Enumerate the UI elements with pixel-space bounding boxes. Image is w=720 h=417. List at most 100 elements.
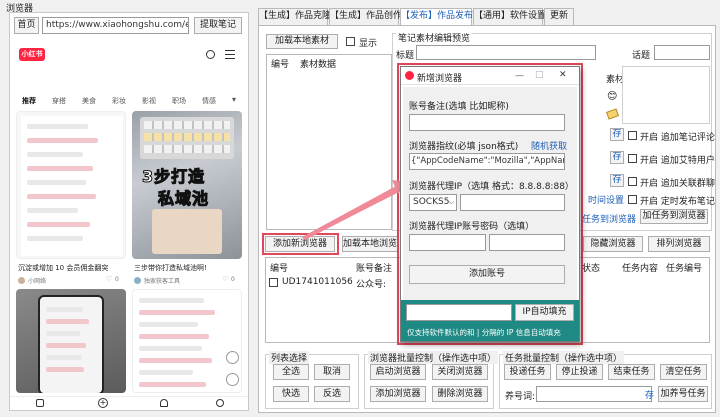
refresh-icon[interactable] <box>226 351 239 364</box>
group-option: 开启 追加关联群聊 <box>640 179 715 189</box>
minimize-icon[interactable]: — <box>515 71 524 81</box>
comment-checkbox[interactable] <box>628 131 637 140</box>
notification-nav-icon[interactable] <box>160 399 168 407</box>
browser-col-status: 状态 <box>582 264 601 274</box>
browser-row-note[interactable]: 公众号: <box>356 277 386 290</box>
category-emotion[interactable]: 情感 <box>202 96 216 106</box>
maximize-icon[interactable]: □ <box>535 70 544 80</box>
category-recommend[interactable]: 推荐 <box>22 96 36 106</box>
back-to-top-icon[interactable] <box>226 373 239 386</box>
material-box[interactable] <box>622 66 710 124</box>
list-select-label: 列表选择 <box>269 351 310 364</box>
cover-title-line2: 私域池 <box>157 189 210 209</box>
material-col-id: 编号 <box>271 60 290 70</box>
invert-select-button[interactable]: 反选 <box>314 386 350 402</box>
title-input[interactable] <box>416 45 596 60</box>
tab-clone[interactable]: 【生成】作品克隆 <box>258 8 331 25</box>
schedule-checkbox[interactable] <box>628 195 637 204</box>
tab-settings[interactable]: 【通用】软件设置 <box>473 8 546 25</box>
footer-hint: 仅支持软件默认的和 | 分隔的 IP 信息自动填充 <box>407 328 561 337</box>
category-outfit[interactable]: 穿搭 <box>52 96 66 106</box>
proxy-address-input[interactable] <box>460 194 565 211</box>
add-task-to-browser-button[interactable]: 加任务到浏览器 <box>640 209 708 224</box>
category-career[interactable]: 职场 <box>172 96 186 106</box>
end-task-button[interactable]: 结束任务 <box>608 364 655 380</box>
category-food[interactable]: 美食 <box>82 96 96 106</box>
profile-nav-icon[interactable] <box>216 399 224 407</box>
emoji-icon[interactable]: 😊 <box>607 91 617 102</box>
note-caption-2[interactable]: 三步带你打造私域池啊! <box>134 263 244 273</box>
ip-autofill-button[interactable]: IP自动填充 <box>515 304 574 321</box>
menu-icon[interactable] <box>225 50 235 59</box>
close-browser-button[interactable]: 关闭浏览器 <box>432 364 488 380</box>
browser-col-task-id: 任务编号 <box>666 264 703 274</box>
tab-publish[interactable]: 【发布】作品发布 <box>400 8 473 26</box>
heart-icon[interactable]: ♡ <box>222 275 228 283</box>
dispatch-task-button[interactable]: 投递任务 <box>504 364 551 380</box>
category-film[interactable]: 影视 <box>142 96 156 106</box>
close-icon[interactable]: ✕ <box>559 70 567 80</box>
new-browser-dialog: 新增浏览器 — □ ✕ 账号备注(选填 比如昵称) 浏览器指纹(必填 json格… <box>400 66 580 342</box>
show-label: 显示 <box>359 39 378 49</box>
select-all-button[interactable]: 全选 <box>273 364 309 380</box>
cover-title-line1: 3步打造 <box>141 167 206 187</box>
bottom-nav <box>10 396 248 410</box>
category-makeup[interactable]: 彩妆 <box>112 96 126 106</box>
delete-browser-button[interactable]: 删除浏览器 <box>432 386 488 402</box>
app-icon <box>405 71 414 80</box>
note-cover-chat-1[interactable] <box>16 111 126 259</box>
save-nurture-icon[interactable]: 存 <box>645 388 654 401</box>
deselect-button[interactable]: 取消 <box>314 364 350 380</box>
time-setting-link[interactable]: 时间设置 <box>588 193 624 206</box>
save-mention-button[interactable]: 存 <box>610 151 624 164</box>
start-browser-button[interactable]: 启动浏览器 <box>370 364 426 380</box>
add-nav-icon[interactable]: + <box>98 398 108 408</box>
browser-row-id[interactable]: UD1741011056 <box>282 277 353 287</box>
random-fetch-link[interactable]: 随机获取 <box>531 139 567 152</box>
nurture-word-input[interactable] <box>536 386 652 402</box>
ip-info-input[interactable] <box>406 304 512 321</box>
tab-update[interactable]: 更新 <box>544 8 574 25</box>
tab-create[interactable]: 【生成】作品创作 <box>329 8 402 25</box>
hide-browser-button[interactable]: 隐藏浏览器 <box>583 236 643 252</box>
material-col-data: 素材数据 <box>300 60 337 70</box>
schedule-option: 开启 定时发布笔记 <box>640 197 715 207</box>
mention-checkbox[interactable] <box>628 154 637 163</box>
task-to-browser-link[interactable]: 任务到浏览器 <box>582 212 636 225</box>
account-note-input[interactable] <box>409 114 565 131</box>
batch-browser-label: 浏览器批量控制（操作选中项） <box>368 351 499 364</box>
show-checkbox[interactable] <box>346 37 355 46</box>
proxy-user-input[interactable] <box>409 234 486 251</box>
add-browser-button[interactable]: 添加浏览器 <box>370 386 426 402</box>
stop-dispatch-button[interactable]: 停止投递 <box>556 364 603 380</box>
extract-note-button[interactable]: 提取笔记 <box>194 17 242 34</box>
home-button[interactable]: 首页 <box>14 17 39 34</box>
more-categories-icon[interactable]: ▾ <box>232 95 236 104</box>
arrange-browser-button[interactable]: 排列浏览器 <box>648 236 710 252</box>
title-label: 标题 <box>396 51 415 61</box>
save-group-button[interactable]: 存 <box>610 174 624 187</box>
home-nav-icon[interactable] <box>36 399 44 407</box>
comment-option: 开启 追加笔记评论 <box>640 133 715 143</box>
add-nurture-task-button[interactable]: 加养号任务 <box>658 386 708 402</box>
proxy-password-input[interactable] <box>489 234 565 251</box>
row-checkbox[interactable] <box>269 278 278 287</box>
search-icon[interactable] <box>206 50 215 59</box>
topic-input[interactable] <box>654 45 710 60</box>
heart-icon[interactable]: ♡ <box>106 275 112 283</box>
proxy-type-select[interactable]: SOCKS5 ⌵ <box>409 194 457 211</box>
xhs-logo[interactable]: 小红书 <box>19 48 45 61</box>
note-caption-1[interactable]: 沉淀或增加 10 会员佣金翻突 <box>18 263 128 273</box>
note-cover-phone[interactable] <box>16 289 126 393</box>
clear-task-button[interactable]: 清空任务 <box>660 364 707 380</box>
quick-select-button[interactable]: 快选 <box>273 386 309 402</box>
note-cover-keyboard[interactable]: 3步打造 私域池 <box>132 111 242 259</box>
load-local-material-button[interactable]: 加载本地素材 <box>266 34 338 49</box>
add-account-button[interactable]: 添加账号 <box>409 265 565 284</box>
url-input[interactable]: https://www.xiaohongshu.com/explor <box>42 17 189 34</box>
browser-col-id: 编号 <box>270 264 289 274</box>
fingerprint-input[interactable]: {"AppCodeName":"Mozilla","AppName" <box>409 153 565 170</box>
group-checkbox[interactable] <box>628 177 637 186</box>
avatar <box>18 277 25 284</box>
save-comment-button[interactable]: 存 <box>610 128 624 141</box>
